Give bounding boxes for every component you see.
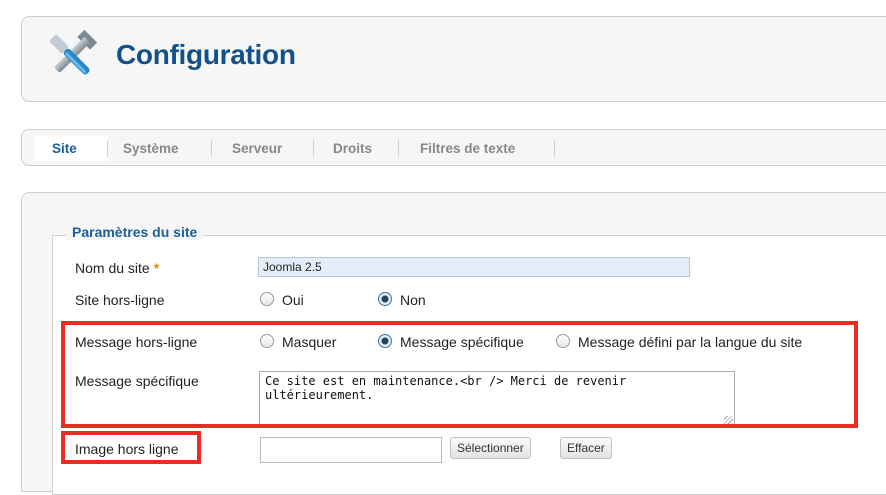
tab-separator xyxy=(398,140,399,157)
tab-text-filters[interactable]: Filtres de texte xyxy=(420,141,515,156)
custom-message-textarea[interactable]: Ce site est en maintenance.<br /> Merci … xyxy=(259,371,735,427)
resize-grip-icon[interactable] xyxy=(724,416,733,425)
page-title: Configuration xyxy=(116,39,296,70)
tab-separator xyxy=(211,140,212,157)
tools-icon xyxy=(49,29,98,75)
required-marker: * xyxy=(153,260,160,276)
offline-no-label[interactable]: Non xyxy=(400,292,426,308)
tab-separator xyxy=(554,140,555,157)
tab-server[interactable]: Serveur xyxy=(232,141,282,156)
message-custom-radio[interactable] xyxy=(378,334,392,348)
site-name-input[interactable] xyxy=(258,257,690,277)
message-custom-label[interactable]: Message spécifique xyxy=(400,334,524,350)
select-image-button[interactable]: Sélectionner xyxy=(450,437,531,459)
tab-separator xyxy=(313,140,314,157)
offline-image-label: Image hors ligne xyxy=(75,441,179,457)
offline-no-radio[interactable] xyxy=(378,292,392,306)
site-offline-label: Site hors-ligne xyxy=(75,292,165,308)
site-name-label: Nom du site * xyxy=(75,260,160,276)
tab-system[interactable]: Système xyxy=(123,141,179,156)
tab-site[interactable]: Site xyxy=(52,141,77,156)
message-language-label[interactable]: Message défini par la langue du site xyxy=(578,334,802,350)
offline-yes-label[interactable]: Oui xyxy=(282,292,304,308)
clear-image-button[interactable]: Effacer xyxy=(560,437,612,459)
fieldset-legend: Paramètres du site xyxy=(66,224,204,240)
offline-image-input[interactable] xyxy=(260,437,442,463)
offline-message-label: Message hors-ligne xyxy=(75,334,198,350)
message-hide-radio[interactable] xyxy=(260,334,274,348)
tab-separator xyxy=(107,140,108,157)
tab-permissions[interactable]: Droits xyxy=(333,141,372,156)
offline-yes-radio[interactable] xyxy=(260,292,274,306)
custom-message-label: Message spécifique xyxy=(75,373,199,389)
message-language-radio[interactable] xyxy=(556,334,570,348)
message-hide-label[interactable]: Masquer xyxy=(282,334,336,350)
